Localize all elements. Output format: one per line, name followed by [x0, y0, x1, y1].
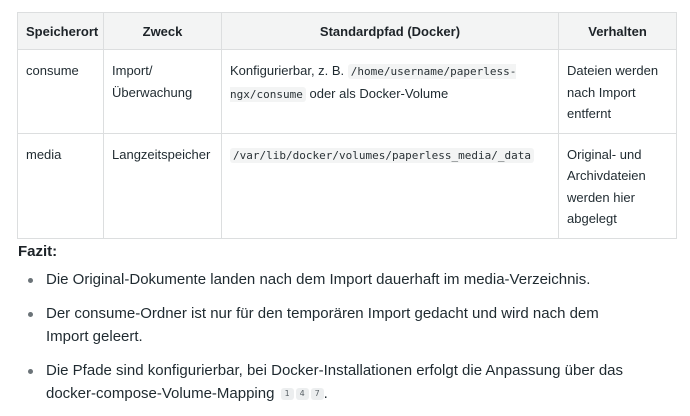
bullet-dot-icon [28, 369, 33, 374]
citation-badge[interactable]: 7 [310, 388, 324, 400]
list-item: Der consume-Ordner ist nur für den tempo… [0, 302, 680, 348]
table-row: consume Import/ Überwachung Konfigurierb… [17, 49, 677, 134]
citation-badge[interactable]: 4 [295, 388, 309, 400]
header-speicherort: Speicherort [17, 12, 104, 50]
summary-heading: Fazit: [18, 243, 58, 260]
path-prefix: Konfigurierbar, z. B. [230, 63, 345, 78]
header-verhalten: Verhalten [558, 12, 677, 50]
table-header-row: Speicherort Zweck Standardpfad (Docker) … [17, 12, 677, 50]
cell-purpose: Import/ Überwachung [103, 49, 222, 134]
cell-behavior: Original- und Archivdateien werden hier … [558, 132, 677, 239]
bullet-dot-icon [28, 278, 33, 283]
table-row: media Langzeitspeicher /var/lib/docker/v… [17, 132, 677, 239]
header-zweck: Zweck [103, 12, 222, 50]
bullet-dot-icon [28, 312, 33, 317]
cell-location: media [17, 132, 104, 239]
summary-list: Die Original-Dokumente landen nach dem I… [0, 268, 680, 416]
cell-location: consume [17, 49, 104, 134]
list-item: Die Original-Dokumente landen nach dem I… [0, 268, 680, 291]
header-standardpfad: Standardpfad (Docker) [221, 12, 559, 50]
path-suffix: oder als Docker-Volume [309, 85, 449, 101]
citation-badge[interactable]: 1 [280, 388, 294, 400]
path-code: /var/lib/docker/volumes/paperless_media/… [230, 147, 535, 163]
cell-path: /var/lib/docker/volumes/paperless_media/… [221, 132, 559, 239]
storage-table: Speicherort Zweck Standardpfad (Docker) … [17, 12, 677, 239]
bullet-text: Die Pfade sind konfigurierbar, bei Docke… [46, 362, 624, 402]
cell-purpose: Langzeitspeicher [103, 132, 222, 239]
storage-table-container: Speicherort Zweck Standardpfad (Docker) … [17, 12, 677, 239]
cell-behavior: Dateien werden nach Import entfernt [558, 49, 677, 134]
bullet-end: . [323, 385, 328, 402]
list-item: Die Pfade sind konfigurierbar, bei Docke… [0, 359, 680, 405]
bullet-text: Die Original-Dokumente landen nach dem I… [46, 271, 591, 288]
bullet-text: Der consume-Ordner ist nur für den tempo… [46, 305, 599, 345]
cell-path: Konfigurierbar, z. B. /home/username/pap… [221, 49, 559, 134]
